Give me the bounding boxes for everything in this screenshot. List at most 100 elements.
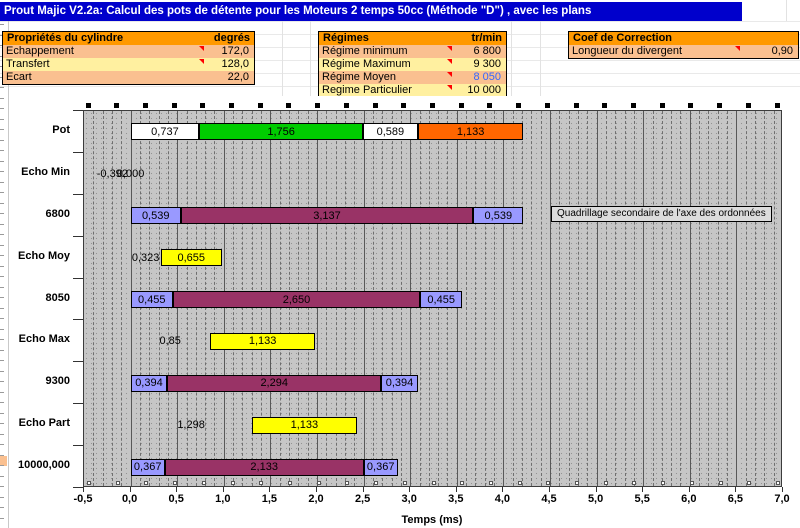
gridline-minor bbox=[774, 111, 775, 486]
row-tick bbox=[0, 108, 4, 109]
gridline-minor bbox=[699, 111, 700, 486]
row-tick bbox=[0, 276, 4, 277]
value-axis-tick-label: 6,5 bbox=[713, 493, 757, 505]
row-tick bbox=[0, 266, 4, 267]
bar-segment: 0,394 bbox=[131, 375, 168, 392]
table-correction-coef: Coef de Correction Longueur du divergent… bbox=[568, 31, 799, 59]
category-label: Echo Max bbox=[10, 333, 70, 347]
row-tick bbox=[0, 476, 4, 477]
gridline-minor bbox=[531, 111, 532, 486]
category-axis-tick bbox=[73, 319, 83, 320]
sheet-gridline bbox=[786, 0, 787, 21]
bar-value-label: 1,756 bbox=[267, 126, 295, 138]
comment-indicator-icon bbox=[735, 46, 740, 51]
row-tick bbox=[0, 150, 4, 151]
bottom-axis-marker bbox=[690, 481, 694, 485]
row-tick bbox=[0, 119, 4, 120]
value-axis-tick bbox=[176, 487, 177, 492]
gridline-minor bbox=[569, 111, 570, 486]
cell-value[interactable]: 172,0 bbox=[187, 45, 254, 58]
value-axis-tick bbox=[782, 487, 783, 492]
row-tick bbox=[0, 360, 4, 361]
top-axis-marker bbox=[114, 103, 119, 108]
value-axis-tick bbox=[363, 487, 364, 492]
gridline-minor bbox=[727, 111, 728, 486]
row-tick bbox=[0, 87, 4, 88]
bottom-axis-marker bbox=[317, 481, 321, 485]
table-row: Transfert128,0 bbox=[3, 58, 254, 71]
bar-value-label: 0,367 bbox=[134, 461, 162, 473]
comment-indicator-icon bbox=[199, 59, 204, 64]
gridline-minor bbox=[653, 111, 654, 486]
gridline-minor bbox=[718, 111, 719, 486]
gridline-minor bbox=[513, 111, 514, 486]
bar-segment: 0,000 bbox=[106, 165, 154, 182]
gridline-major bbox=[643, 111, 644, 486]
value-axis-tick bbox=[223, 487, 224, 492]
bar-value-label: 0,323 bbox=[132, 252, 160, 264]
top-axis-marker bbox=[401, 103, 406, 108]
bar-segment: 1,298 bbox=[131, 417, 252, 434]
row-tick bbox=[0, 402, 4, 403]
cell-value[interactable]: 22,0 bbox=[187, 71, 254, 84]
cell-value[interactable]: 128,0 bbox=[187, 58, 254, 71]
gridline-minor bbox=[494, 111, 495, 486]
bottom-axis-marker bbox=[144, 481, 148, 485]
gridline-minor bbox=[587, 111, 588, 486]
row-tick bbox=[0, 213, 4, 214]
value-axis-tick-label: -0,5 bbox=[61, 493, 105, 505]
value-axis-tick-label: 2,0 bbox=[294, 493, 338, 505]
comment-indicator-icon bbox=[199, 46, 204, 51]
gridline-minor bbox=[615, 111, 616, 486]
row-tick bbox=[0, 129, 4, 130]
bar-segment: 0,323 bbox=[131, 249, 161, 266]
top-axis-marker bbox=[143, 103, 148, 108]
value-axis-tick bbox=[735, 487, 736, 492]
value-axis-tick-label: 1,0 bbox=[201, 493, 245, 505]
bar-value-label: 0,539 bbox=[485, 210, 513, 222]
category-label: 8050 bbox=[10, 292, 70, 306]
gridline-minor bbox=[755, 111, 756, 486]
bar-segment: 0,367 bbox=[131, 459, 165, 476]
bar-value-label: 0,394 bbox=[135, 377, 163, 389]
value-axis-tick-label: 3,5 bbox=[434, 493, 478, 505]
comment-indicator-icon bbox=[447, 72, 452, 77]
bottom-axis-marker bbox=[661, 481, 665, 485]
row-tick bbox=[0, 423, 4, 424]
bottom-axis-marker bbox=[719, 481, 723, 485]
gridline-minor bbox=[680, 111, 681, 486]
cell-value[interactable]: 0,90 bbox=[731, 45, 798, 58]
table-row: Ecart22,0 bbox=[3, 71, 254, 84]
bottom-axis-marker bbox=[776, 481, 780, 485]
bar-segment: 0,737 bbox=[131, 123, 200, 140]
category-axis-tick bbox=[73, 487, 83, 488]
bar-value-label: 1,133 bbox=[249, 335, 277, 347]
value-axis-tick-label: 3,0 bbox=[387, 493, 431, 505]
top-axis-marker bbox=[574, 103, 579, 108]
bar-value-label: 0,455 bbox=[138, 294, 166, 306]
bar-value-label: 2,133 bbox=[250, 461, 278, 473]
value-axis-tick-label: 5,0 bbox=[574, 493, 618, 505]
row-tick bbox=[0, 381, 4, 382]
comment-indicator-icon bbox=[447, 85, 452, 90]
gridline-tooltip-box[interactable]: Quadrillage secondaire de l'axe des ordo… bbox=[551, 206, 772, 222]
category-axis-tick bbox=[73, 110, 83, 111]
bar-value-label: 0,394 bbox=[386, 377, 414, 389]
row-tick bbox=[0, 392, 4, 393]
category-axis-tick bbox=[73, 278, 83, 279]
category-axis-tick bbox=[73, 403, 83, 404]
top-axis-marker bbox=[258, 103, 263, 108]
gridline-minor bbox=[475, 111, 476, 486]
bottom-axis-marker bbox=[575, 481, 579, 485]
row-tick bbox=[0, 203, 4, 204]
top-axis-marker bbox=[516, 103, 521, 108]
bar-segment: 0,455 bbox=[420, 291, 462, 308]
top-axis-marker bbox=[602, 103, 607, 108]
gridline-major bbox=[550, 111, 551, 486]
top-axis-marker bbox=[200, 103, 205, 108]
bottom-axis-marker bbox=[87, 481, 91, 485]
bottom-axis-marker bbox=[546, 481, 550, 485]
gridline-minor bbox=[746, 111, 747, 486]
gridline-minor bbox=[708, 111, 709, 486]
table-header-unit: degrés bbox=[214, 32, 250, 45]
